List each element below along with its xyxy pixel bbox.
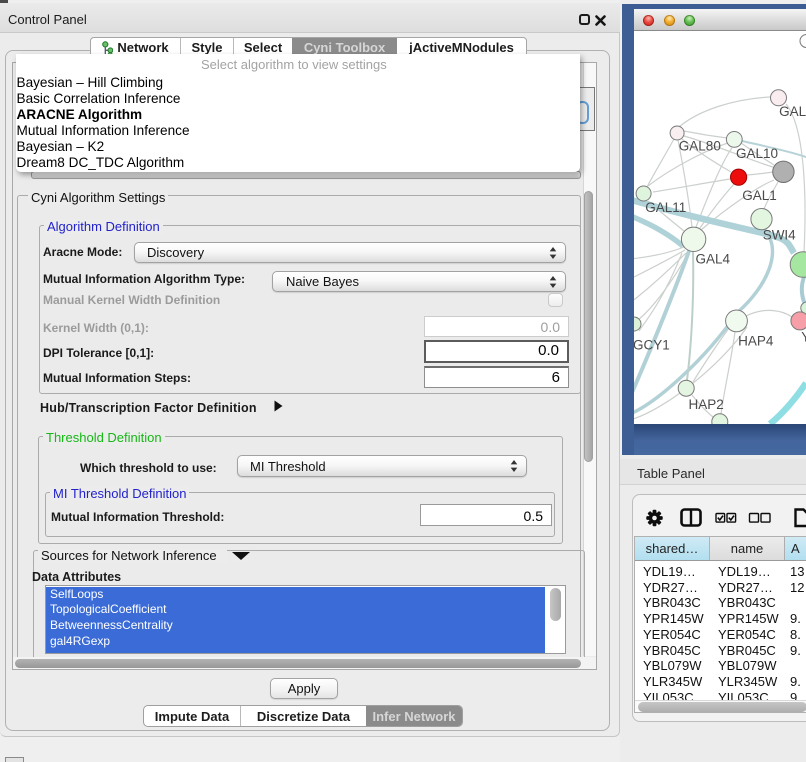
svg-text:SWI4: SWI4: [763, 228, 796, 243]
svg-text:HAP2: HAP2: [689, 397, 724, 412]
svg-text:GAL1: GAL1: [742, 188, 777, 203]
svg-text:GAL80: GAL80: [679, 139, 721, 154]
svg-text:GCY1: GCY1: [634, 338, 670, 353]
svg-text:GAL10: GAL10: [736, 146, 778, 161]
svg-text:GAL4: GAL4: [696, 252, 731, 267]
svg-text:GAL11: GAL11: [645, 200, 686, 215]
svg-text:GAL7: GAL7: [779, 104, 806, 119]
svg-text:Y: Y: [801, 330, 806, 345]
svg-text:HAP4: HAP4: [738, 334, 774, 349]
